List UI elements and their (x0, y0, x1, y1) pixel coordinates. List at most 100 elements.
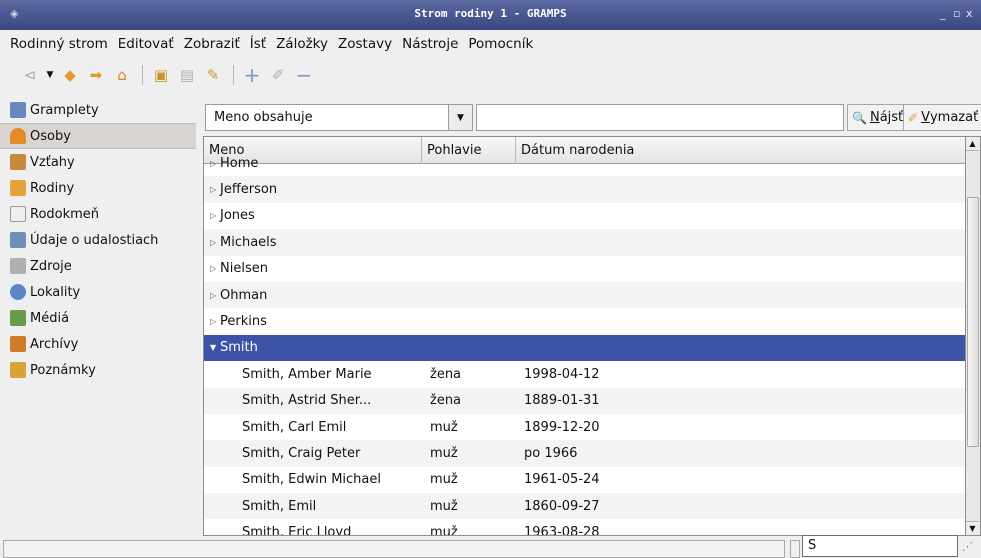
person-birth-date: po 1966 (524, 445, 578, 461)
sidebar-item-label: Poznámky (30, 362, 96, 378)
status-message (3, 540, 785, 558)
scroll-down-icon[interactable]: ▼ (966, 521, 979, 535)
sidebar-item-label: Médiá (30, 310, 70, 326)
table-row[interactable]: ▷ Michaels (204, 229, 965, 256)
menu-edit[interactable]: Editovať (114, 36, 180, 52)
minimize-icon[interactable]: _ (940, 7, 946, 21)
group-name: Perkins (220, 314, 267, 330)
clear-button-mnemonic: V (921, 110, 930, 125)
expand-arrow-icon[interactable]: ▷ (204, 291, 220, 300)
table-rows: ▷ Home ▷ Jefferson ▷ Jones ▷ Michaels ▷ … (204, 156, 965, 535)
close-icon[interactable]: x (966, 7, 973, 21)
expand-arrow-icon[interactable]: ▷ (204, 211, 220, 220)
sidebar-item-label: Osoby (30, 128, 71, 144)
search-input[interactable] (476, 104, 844, 131)
menu-go[interactable]: Ísť (246, 36, 272, 52)
person-sex: žena (430, 366, 462, 382)
person-birth-date: 1889-01-31 (524, 393, 600, 409)
person-name: Smith, Edwin Michael (242, 472, 382, 488)
table-row[interactable]: Smith, Edwin Michael muž 1961-05-24 (204, 467, 965, 493)
title-bar: ◈ Strom rodiny 1 - GRAMPS _ ▫ x (0, 0, 981, 30)
table-row-selected[interactable]: ▼ Smith (204, 334, 965, 362)
table-row[interactable]: ▷ Jefferson (204, 176, 965, 203)
table-row[interactable]: ▷ Ohman (204, 281, 965, 309)
chevron-down-icon[interactable]: ▼ (448, 105, 472, 130)
add-icon[interactable]: + (240, 63, 264, 87)
table-row[interactable]: ▷ Jones (204, 203, 965, 229)
dropdown-arrow-icon[interactable]: ▼ (44, 63, 56, 87)
families-icon (10, 180, 26, 196)
vertical-scrollbar[interactable]: ▲ ▼ (966, 136, 981, 536)
find-button-mnemonic: N (869, 110, 880, 125)
home-icon[interactable]: ⌂ (110, 63, 134, 87)
sidebar-item-label: Zdroje (30, 258, 72, 274)
go-forward-icon[interactable]: ➡ (84, 63, 108, 87)
back-icon[interactable]: ⊲ (18, 63, 42, 87)
expand-arrow-icon[interactable]: ▷ (204, 185, 220, 194)
find-button[interactable]: 🔍 Nájsť (847, 104, 909, 131)
collapse-arrow-icon[interactable]: ▼ (204, 343, 220, 352)
group-name: Nielsen (220, 261, 268, 277)
relationships-icon (10, 154, 26, 170)
window-title: Strom rodiny 1 - GRAMPS (414, 7, 567, 20)
person-name: Smith, Amber Marie (242, 366, 372, 382)
sidebar-item-label: Vzťahy (30, 154, 75, 170)
table-row[interactable]: Smith, Craig Peter muž po 1966 (204, 440, 965, 467)
menu-view[interactable]: Zobraziť (180, 36, 246, 52)
resize-grip-icon[interactable]: ⋰ (962, 540, 973, 553)
table-row[interactable]: ▷ Nielsen (204, 256, 965, 282)
sidebar-item-places[interactable]: Lokality (0, 279, 196, 305)
remove-icon[interactable]: − (292, 63, 316, 87)
sidebar-item-relationships[interactable]: Vzťahy (0, 149, 196, 175)
person-birth-date: 1860-09-27 (524, 498, 600, 514)
sources-icon (10, 258, 26, 274)
maximize-icon[interactable]: ▫ (953, 7, 960, 21)
sidebar-item-events[interactable]: Údaje o udalostiach (0, 227, 196, 253)
sidebar-item-families[interactable]: Rodiny (0, 175, 196, 201)
sidebar-item-label: Údaje o udalostiach (30, 232, 159, 248)
sidebar-item-media[interactable]: Médiá (0, 305, 196, 331)
sidebar-item-pedigree[interactable]: Rodokmeň (0, 201, 196, 227)
tools-icon[interactable]: ✎ (201, 63, 225, 87)
person-name: Smith, Carl Emil (242, 419, 347, 435)
sidebar-item-notes[interactable]: Poznámky (0, 357, 196, 383)
table-row[interactable]: ▷ Home (204, 150, 965, 176)
menu-family-tree[interactable]: Rodinný strom (6, 36, 114, 52)
broom-icon: ✐ (908, 110, 919, 125)
scrollbar-thumb[interactable] (967, 197, 979, 447)
print-icon[interactable]: ▤ (175, 63, 199, 87)
repositories-icon (10, 336, 26, 352)
edit-icon[interactable]: ✐ (266, 63, 290, 87)
clipboard-icon[interactable]: ▣ (149, 63, 173, 87)
sidebar-item-gramplets[interactable]: Gramplety (0, 97, 196, 123)
menu-bookmarks[interactable]: Záložky (272, 36, 334, 52)
sidebar-item-people[interactable]: Osoby (0, 123, 196, 149)
menu-tools[interactable]: Nástroje (398, 36, 464, 52)
expand-arrow-icon[interactable]: ▷ (204, 317, 220, 326)
table-row[interactable]: Smith, Eric Lloyd muž 1963-08-28 (204, 519, 965, 535)
sidebar-item-repositories[interactable]: Archívy (0, 331, 196, 357)
table-row[interactable]: ▷ Perkins (204, 308, 965, 334)
menu-reports[interactable]: Zostavy (334, 36, 398, 52)
typeahead-search-input[interactable]: S (802, 535, 958, 557)
menu-bar: Rodinný strom Editovať Zobraziť Ísť Zálo… (0, 31, 981, 57)
table-row[interactable]: Smith, Carl Emil muž 1899-12-20 (204, 414, 965, 440)
scroll-up-icon[interactable]: ▲ (966, 137, 979, 151)
group-name: Smith (220, 340, 258, 356)
sidebar-item-label: Rodiny (30, 180, 75, 196)
expand-arrow-icon[interactable]: ▷ (204, 264, 220, 273)
sidebar-item-sources[interactable]: Zdroje (0, 253, 196, 279)
sidebar: Gramplety Osoby Vzťahy Rodiny Rodokmeň Ú… (0, 97, 196, 537)
go-back-icon[interactable]: ◆ (58, 63, 82, 87)
table-row[interactable]: Smith, Emil muž 1860-09-27 (204, 493, 965, 520)
sidebar-item-label: Lokality (30, 284, 81, 300)
person-sex: žena (430, 393, 462, 409)
person-sex: muž (430, 498, 458, 514)
table-row[interactable]: Smith, Astrid Sher... žena 1889-01-31 (204, 387, 965, 414)
table-row[interactable]: Smith, Amber Marie žena 1998-04-12 (204, 361, 965, 387)
expand-arrow-icon[interactable]: ▷ (204, 159, 220, 168)
menu-help[interactable]: Pomocník (464, 36, 539, 52)
expand-arrow-icon[interactable]: ▷ (204, 238, 220, 247)
filter-type-combo[interactable]: Meno obsahuje ▼ (205, 104, 473, 131)
clear-button[interactable]: ✐ Vymazať (903, 104, 981, 131)
